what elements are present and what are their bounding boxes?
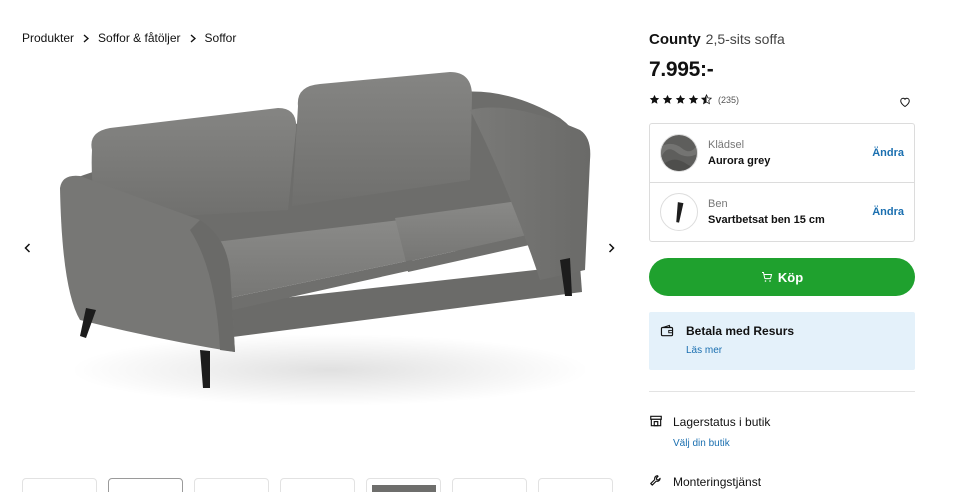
- thumbnail-strip: [22, 478, 613, 492]
- thumbnail[interactable]: [280, 478, 355, 492]
- breadcrumb: Produkter Soffor & fåtöljer Soffor: [22, 31, 236, 45]
- fabric-thumbnail-image: [372, 485, 436, 492]
- fabric-swatch-icon: [660, 134, 698, 172]
- change-legs-button[interactable]: Ändra: [872, 206, 904, 218]
- payment-read-more-link[interactable]: Läs mer: [686, 345, 722, 356]
- option-value: Svartbetsat ben 15 cm: [708, 214, 825, 226]
- wrench-icon: [649, 474, 663, 492]
- sofa-leg-icon: [660, 193, 698, 231]
- choose-store-link[interactable]: Välj din butik: [673, 438, 730, 449]
- chevron-right-icon: [83, 33, 90, 43]
- breadcrumb-soffor[interactable]: Soffor: [205, 31, 237, 45]
- thumbnail-active[interactable]: [108, 478, 183, 492]
- gallery-next-button[interactable]: [603, 240, 619, 256]
- product-subtitle: 2,5-sits soffa: [705, 31, 785, 47]
- divider: [649, 391, 915, 392]
- product-name: County: [649, 31, 701, 48]
- product-rating[interactable]: (235): [649, 94, 739, 105]
- chevron-left-icon: [23, 243, 30, 253]
- favorite-button[interactable]: [899, 95, 913, 109]
- change-upholstery-button[interactable]: Ändra: [872, 147, 904, 159]
- thumbnail[interactable]: [452, 478, 527, 492]
- star-icon: [675, 94, 686, 104]
- wallet-icon: [660, 324, 674, 343]
- option-label: Klädsel: [708, 139, 745, 151]
- star-icon: [662, 94, 673, 104]
- breadcrumb-produkter[interactable]: Produkter: [22, 31, 74, 45]
- option-value: Aurora grey: [708, 155, 771, 167]
- rating-count: (235): [718, 94, 740, 105]
- rating-stars: [649, 94, 712, 105]
- option-legs: Ben Svartbetsat ben 15 cm Ändra: [650, 183, 914, 242]
- chevron-right-icon: [190, 33, 196, 43]
- payment-title: Betala med Resurs: [686, 324, 795, 338]
- product-price: 7.995:-: [649, 58, 714, 81]
- thumbnail[interactable]: [538, 478, 613, 492]
- option-label: Ben: [708, 198, 728, 210]
- assembly-title: Monteringstjänst: [673, 475, 762, 489]
- thumbnail[interactable]: [194, 478, 269, 492]
- product-title: County 2,5-sits soffa: [649, 31, 785, 48]
- chevron-right-icon: [608, 243, 615, 253]
- payment-resurs-box: Betala med Resurs Läs mer: [649, 312, 915, 370]
- stock-title: Lagerstatus i butik: [673, 415, 771, 429]
- star-icon: [688, 94, 699, 104]
- heart-icon: [900, 97, 910, 108]
- store-stock-section: Lagerstatus i butik Välj din butik: [649, 414, 915, 454]
- buy-button[interactable]: Köp: [649, 258, 915, 296]
- gallery-prev-button[interactable]: [19, 240, 35, 256]
- buy-button-label: Köp: [777, 269, 804, 285]
- product-image: [40, 70, 600, 415]
- half-star-icon: [701, 94, 712, 105]
- option-upholstery: Klädsel Aurora grey Ändra: [650, 124, 914, 183]
- thumbnail[interactable]: [366, 478, 441, 492]
- breadcrumb-soffor-fatoljer[interactable]: Soffor & fåtöljer: [98, 31, 181, 45]
- thumbnail[interactable]: [22, 478, 97, 492]
- star-icon: [649, 94, 660, 104]
- product-options: Klädsel Aurora grey Ändra Ben Svartbetsa…: [649, 123, 915, 242]
- store-icon: [649, 414, 663, 433]
- cart-icon: [761, 272, 772, 282]
- assembly-service-section[interactable]: Monteringstjänst: [649, 474, 915, 492]
- product-gallery: [0, 60, 630, 460]
